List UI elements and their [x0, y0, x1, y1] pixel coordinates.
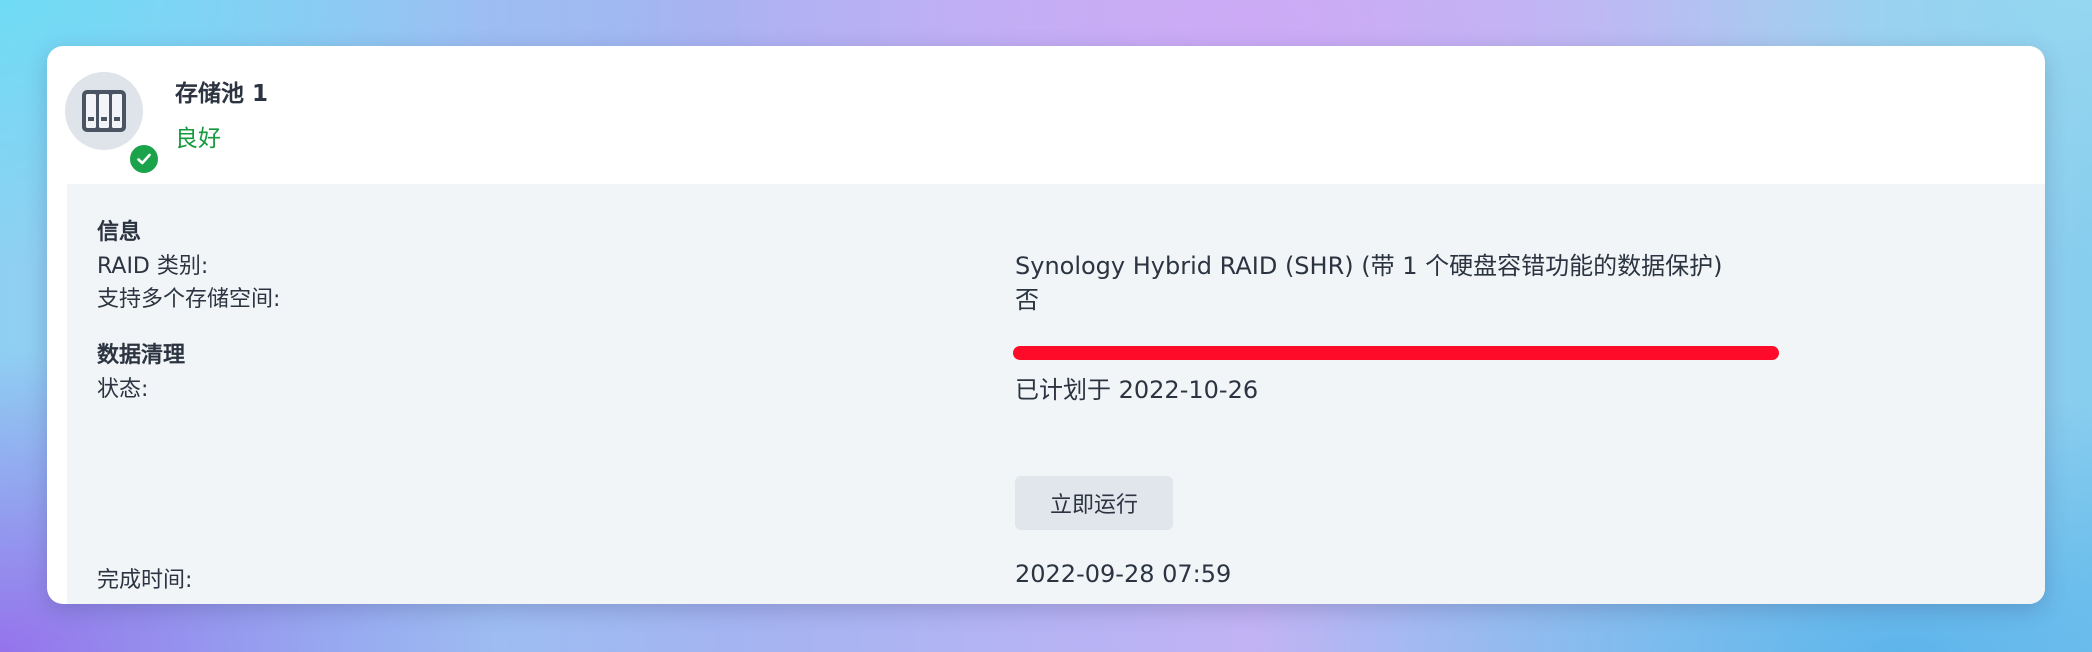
nas-drive-bays-icon — [82, 90, 126, 132]
storage-pool-icon — [65, 72, 161, 176]
check-icon — [137, 153, 151, 165]
storage-pool-status: 良好 — [175, 126, 221, 152]
scrubbing-status-value: 已计划于 2022-10-26 — [1015, 376, 1259, 404]
completed-time-label: 完成时间: — [97, 568, 193, 593]
raid-type-highlight-underline — [1013, 346, 1779, 360]
storage-pool-title: 存储池 1 — [175, 81, 269, 107]
storage-pool-details-panel: 信息 RAID 类别: Synology Hybrid RAID (SHR) (… — [67, 184, 2045, 604]
data-scrubbing-section-heading: 数据清理 — [97, 343, 186, 368]
healthy-status-badge — [127, 142, 161, 176]
multi-volume-value: 否 — [1015, 286, 1039, 314]
run-now-button[interactable]: 立即运行 — [1015, 476, 1173, 530]
raid-type-label: RAID 类别: — [97, 254, 209, 279]
completed-time-value: 2022-09-28 07:59 — [1015, 560, 1232, 588]
raid-type-value: Synology Hybrid RAID (SHR) (带 1 个硬盘容错功能的… — [1015, 252, 1723, 280]
scrubbing-status-label: 状态: — [97, 377, 149, 402]
storage-pool-header: 存储池 1 良好 — [47, 46, 2045, 184]
info-section-heading: 信息 — [97, 220, 142, 245]
storage-pool-card: 存储池 1 良好 信息 RAID 类别: Synology Hybrid RAI… — [47, 46, 2045, 604]
multi-volume-label: 支持多个存储空间: — [97, 287, 281, 312]
